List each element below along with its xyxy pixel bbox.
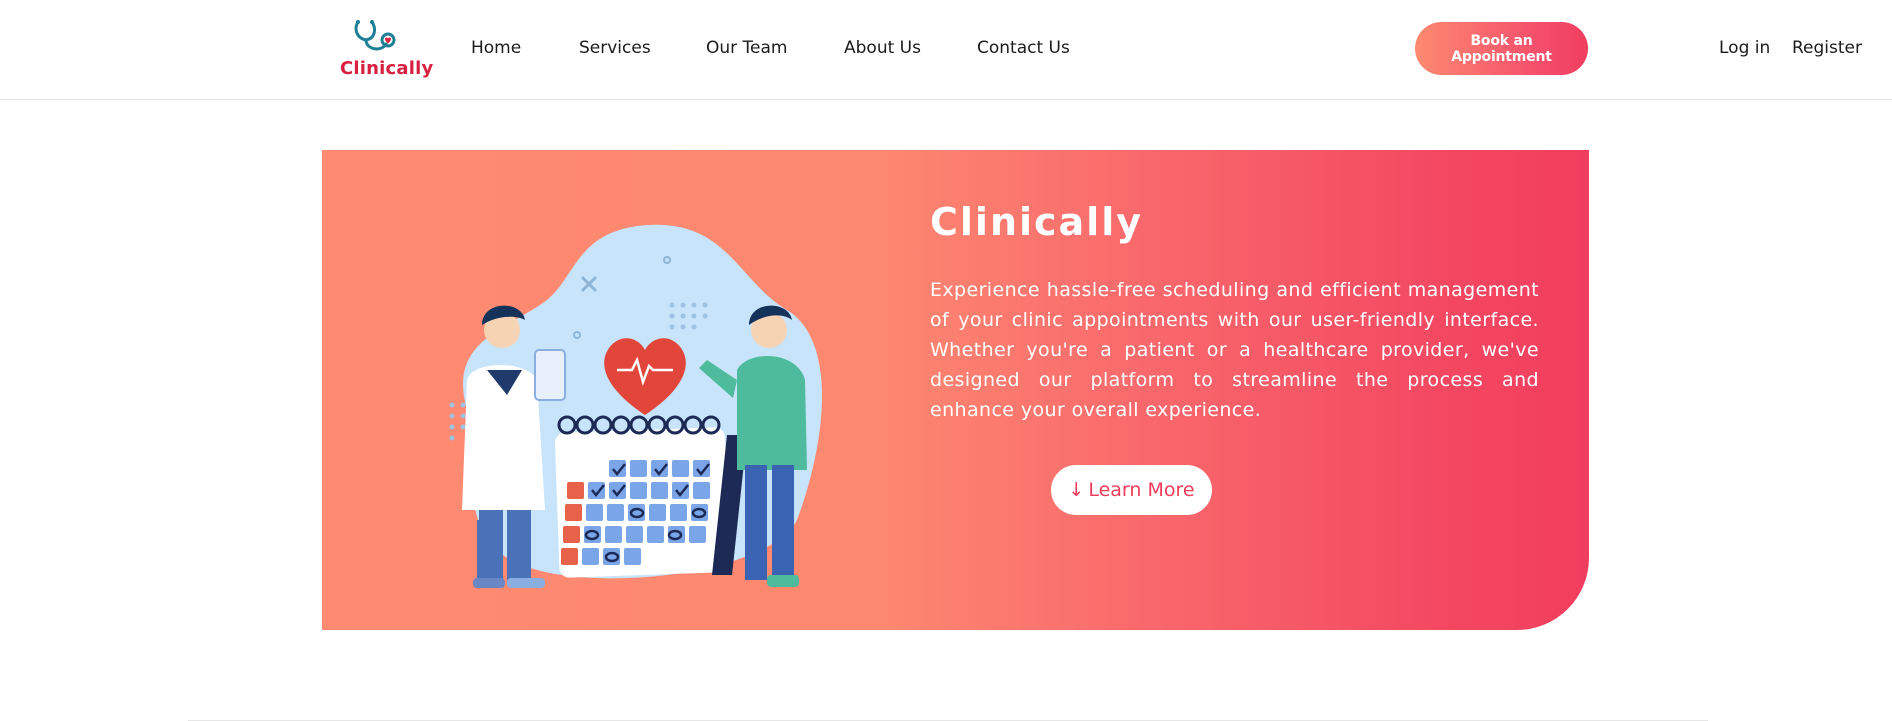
learn-more-label: Learn More: [1088, 479, 1195, 501]
login-link[interactable]: Log in: [1719, 38, 1770, 58]
hero-title: Clinically: [930, 200, 1144, 244]
arrow-down-icon: ↓: [1068, 479, 1085, 501]
stethoscope-icon: [354, 20, 396, 51]
doctor-patient-calendar-illustration: [449, 224, 822, 588]
hero-banner: Clinically Experience hassle-free schedu…: [322, 150, 1589, 630]
nav-contact-us[interactable]: Contact Us: [977, 38, 1070, 58]
nav-home[interactable]: Home: [471, 38, 521, 58]
brand-name: Clinically: [340, 58, 434, 79]
hero-description: Experience hassle-free scheduling and ef…: [930, 279, 1539, 421]
brand-logo[interactable]: Clinically: [338, 18, 433, 82]
book-appointment-button[interactable]: Book an Appointment: [1415, 22, 1588, 75]
learn-more-button[interactable]: ↓ Learn More: [1051, 465, 1212, 515]
nav-about-us[interactable]: About Us: [844, 38, 921, 58]
site-header: Clinically Home Services Our Team About …: [0, 0, 1892, 100]
nav-our-team[interactable]: Our Team: [706, 38, 787, 58]
register-link[interactable]: Register: [1792, 38, 1862, 58]
nav-services[interactable]: Services: [579, 38, 651, 58]
